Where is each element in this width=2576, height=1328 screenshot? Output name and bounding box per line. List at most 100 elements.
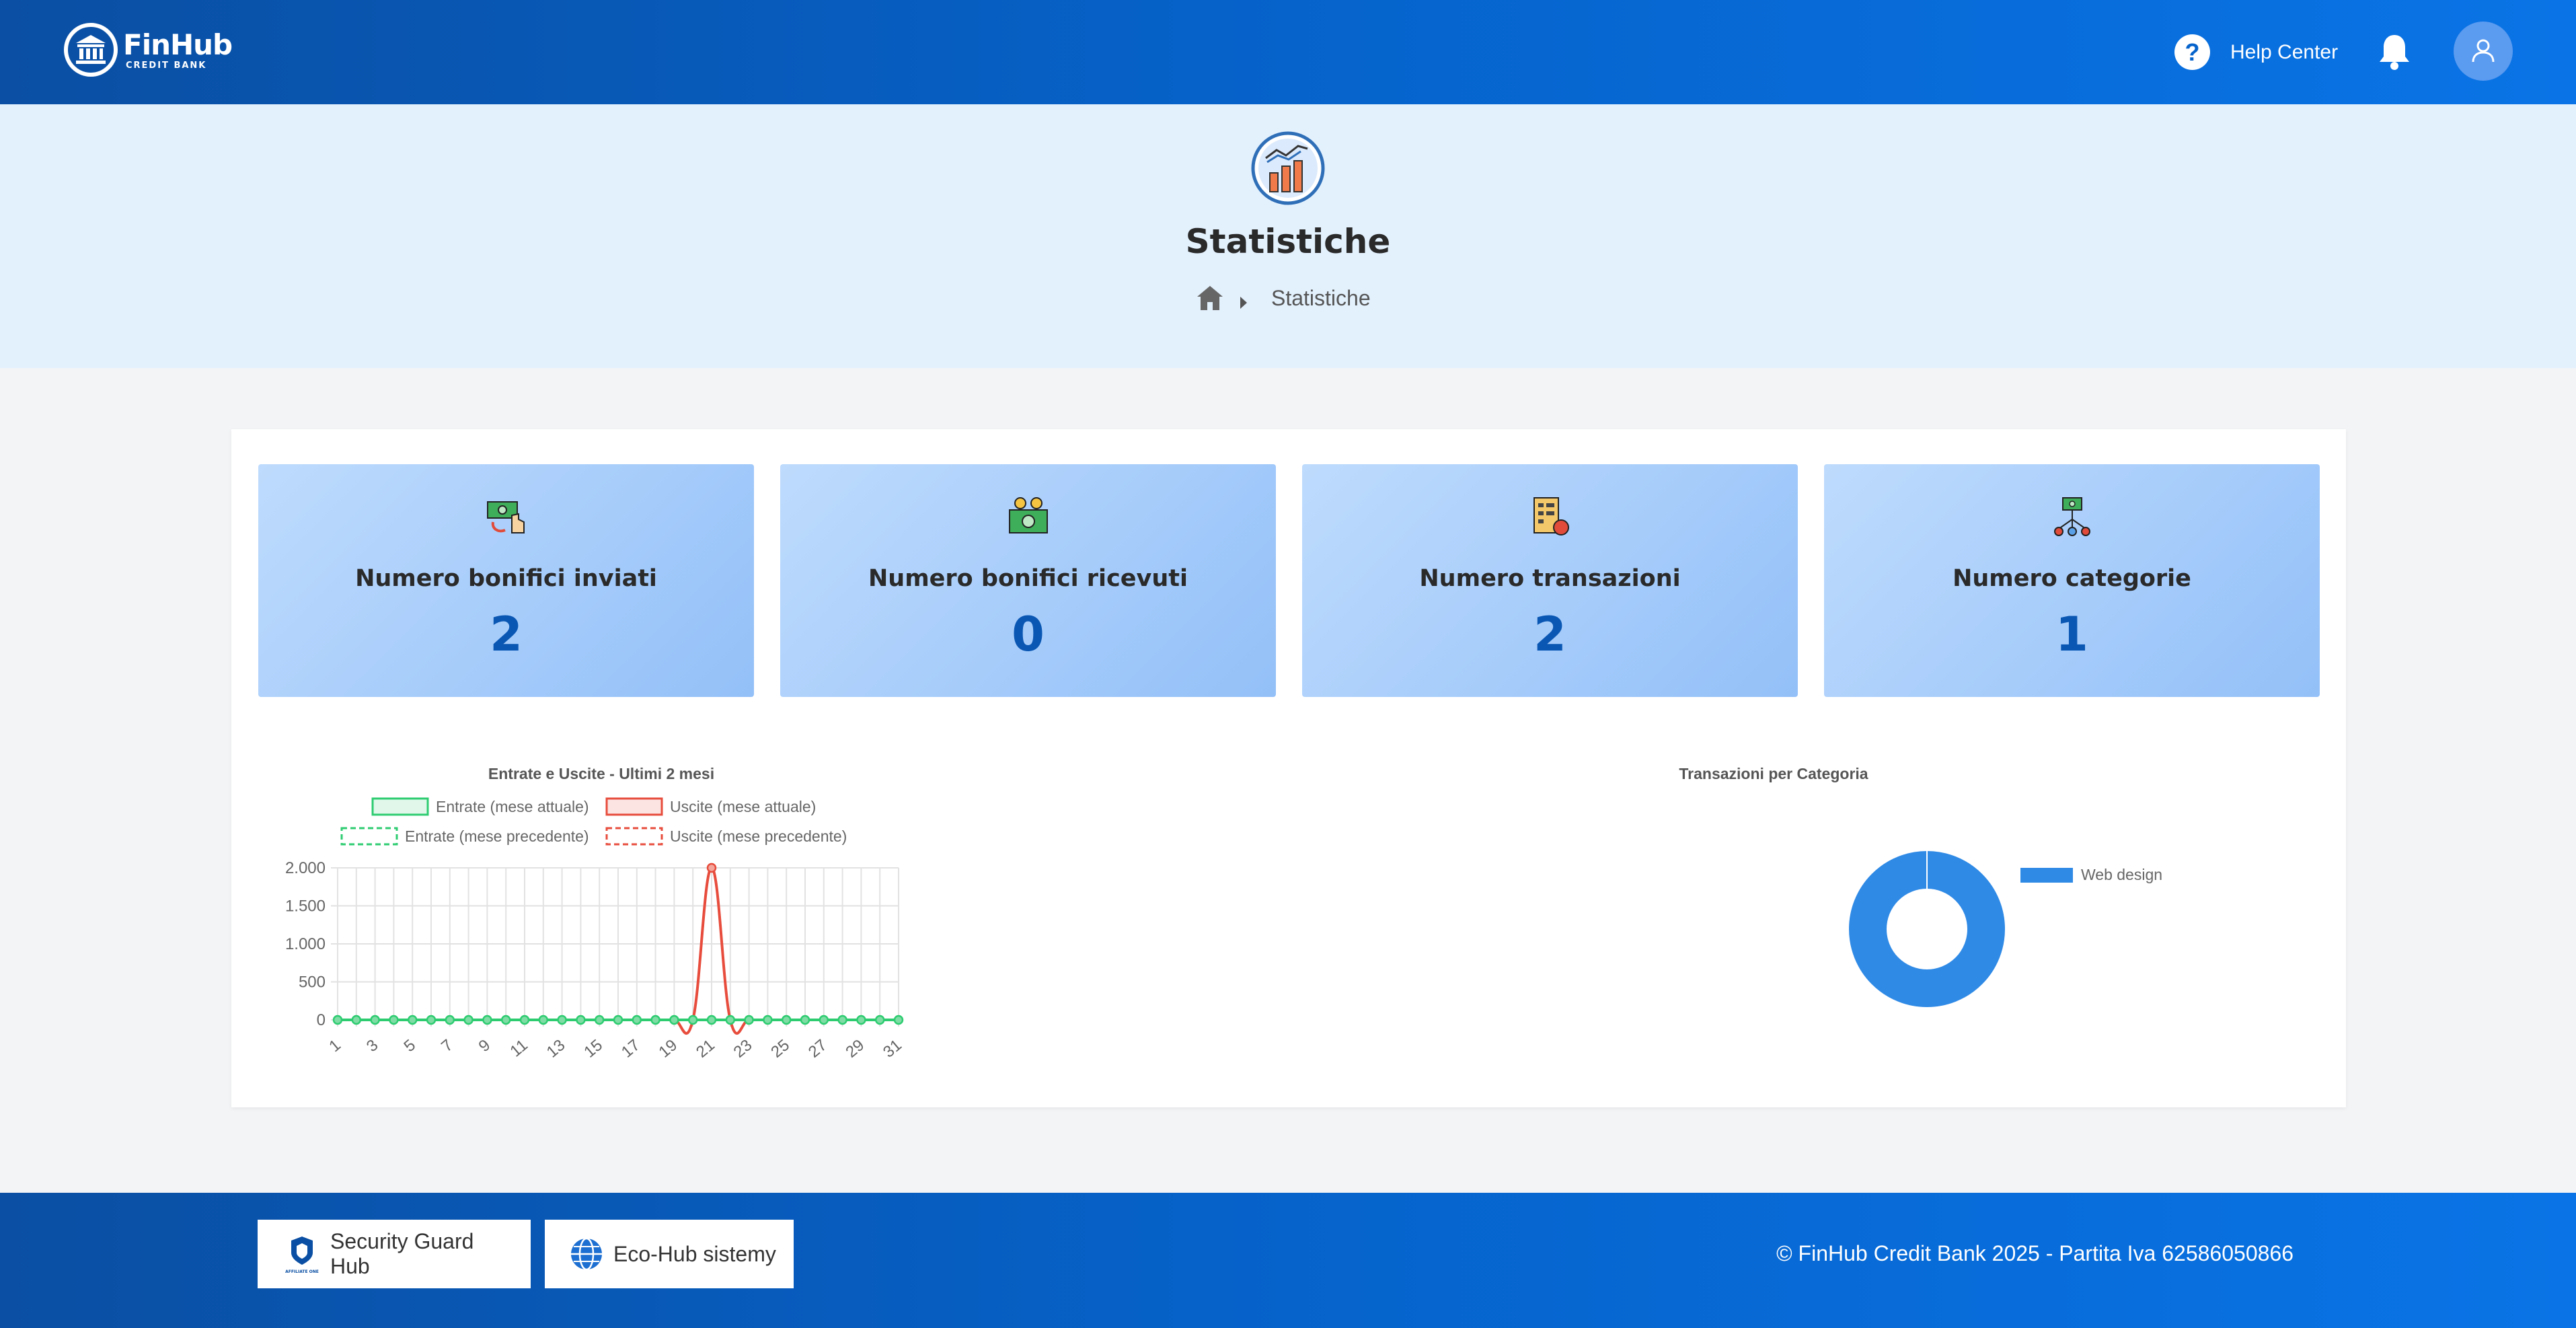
brand-logo[interactable]: FinHub CREDIT BANK — [64, 23, 233, 77]
legend-label: Uscite (mese attuale) — [670, 798, 816, 815]
chart-title: Transazioni per Categoria — [1679, 765, 1868, 782]
x-tick-label: 27 — [805, 1036, 831, 1062]
donut-chart: Transazioni per Categoria Web design — [1679, 765, 2162, 1007]
data-point — [407, 1015, 418, 1025]
data-point — [763, 1015, 773, 1025]
data-point — [557, 1015, 567, 1025]
x-tick-label: 7 — [438, 1036, 457, 1056]
data-point — [706, 1015, 717, 1025]
x-tick-label: 11 — [506, 1036, 531, 1061]
shield-icon: AFFILIATE ONE — [283, 1234, 321, 1274]
legend-label: Uscite (mese precedente) — [670, 827, 847, 845]
data-point — [426, 1015, 437, 1025]
x-tick-label: 23 — [730, 1036, 756, 1062]
data-point — [893, 1015, 904, 1025]
stat-card-bonifici-inviati: Numero bonifici inviati 2 — [258, 464, 754, 697]
legend-swatch — [2020, 868, 2073, 883]
x-tick-label: 19 — [655, 1036, 681, 1062]
stat-card-bonifici-ricevuti: Numero bonifici ricevuti 0 — [780, 464, 1276, 697]
y-tick-label: 2.000 — [285, 859, 326, 877]
x-tick-label: 15 — [580, 1036, 606, 1062]
statistics-panel: Numero bonifici inviati 2 Numero bonific… — [231, 429, 2346, 1107]
eco-hub-label: Eco-Hub sistemy — [613, 1241, 776, 1266]
data-point — [706, 862, 717, 873]
brand-subtitle: CREDIT BANK — [126, 60, 207, 71]
x-tick-label: 9 — [476, 1036, 494, 1056]
data-point — [781, 1015, 792, 1025]
top-navbar: FinHub CREDIT BANK ? Help Center — [0, 0, 2576, 104]
data-point — [519, 1015, 530, 1025]
help-center-link[interactable]: ? Help Center — [2174, 34, 2338, 70]
chart-legend: Web design — [2020, 866, 2162, 883]
x-tick-label: 1 — [326, 1036, 344, 1056]
x-tick-label: 31 — [880, 1036, 905, 1062]
chart-legend: Entrate (mese attuale) Uscite (mese attua… — [340, 797, 847, 846]
x-tick-label: 25 — [767, 1036, 793, 1062]
stat-card-transazioni: Numero transazioni 2 — [1302, 464, 1798, 697]
data-point — [800, 1015, 810, 1025]
stat-label: Numero categorie — [1953, 565, 2191, 592]
y-tick-label: 1.500 — [285, 897, 326, 916]
y-tick-label: 500 — [299, 973, 326, 992]
data-point — [576, 1015, 586, 1025]
data-point — [856, 1015, 866, 1025]
help-icon: ? — [2174, 34, 2210, 70]
data-point — [669, 1015, 679, 1025]
home-icon[interactable] — [1196, 285, 1224, 311]
data-point — [370, 1015, 380, 1025]
stat-value: 2 — [1533, 607, 1566, 662]
stat-value: 2 — [490, 607, 523, 662]
security-guard-hub-label: Security Guard Hub — [330, 1229, 474, 1278]
user-avatar-button[interactable] — [2454, 22, 2513, 81]
chart-grid — [331, 867, 899, 1027]
money-transfer-icon — [485, 495, 528, 538]
data-point — [819, 1015, 829, 1025]
categories-icon — [2051, 495, 2094, 538]
stat-value: 1 — [2055, 607, 2088, 662]
x-tick-label: 17 — [618, 1036, 644, 1062]
x-tick-label: 29 — [842, 1036, 868, 1062]
stat-label: Numero bonifici ricevuti — [868, 565, 1188, 592]
y-axis-ticks: 2.000 1.500 1.000 500 0 — [285, 859, 326, 1029]
bank-icon — [64, 23, 118, 77]
x-tick-label: 5 — [400, 1036, 419, 1056]
legend-label: Entrate (mese attuale) — [436, 798, 589, 815]
legend-label: Entrate (mese precedente) — [405, 827, 589, 845]
transactions-icon — [1529, 495, 1572, 538]
x-tick-label: 21 — [693, 1036, 718, 1062]
x-tick-label: 3 — [363, 1036, 382, 1056]
eco-hub-button[interactable]: Eco-Hub sistemy — [545, 1220, 794, 1288]
legend-swatch — [340, 827, 398, 846]
data-point — [463, 1015, 473, 1025]
data-point — [389, 1015, 399, 1025]
x-axis-ticks: 1 3 5 7 9 11 13 15 17 19 21 23 25 27 29 31 — [326, 1036, 905, 1062]
breadcrumb-current: Statistiche — [1271, 285, 1371, 310]
bell-icon[interactable] — [2376, 32, 2413, 73]
page-title: Statistiche — [1185, 222, 1391, 261]
data-point — [482, 1015, 492, 1025]
data-point — [332, 1015, 343, 1025]
y-tick-label: 1.000 — [285, 935, 326, 953]
legend-swatch — [605, 797, 663, 816]
data-point — [445, 1015, 455, 1025]
data-point — [538, 1015, 549, 1025]
help-center-label: Help Center — [2230, 40, 2339, 63]
y-tick-label: 0 — [317, 1011, 326, 1029]
data-point — [594, 1015, 605, 1025]
data-point — [650, 1015, 660, 1025]
affiliate-badge-text: AFFILIATE ONE — [285, 1269, 319, 1274]
breadcrumb: Statistiche — [1196, 285, 1371, 311]
brand-name: FinHub — [123, 28, 233, 61]
stat-card-categorie: Numero categorie 1 — [1824, 464, 2320, 697]
stat-value: 0 — [1012, 607, 1045, 662]
data-point — [351, 1015, 362, 1025]
security-guard-hub-button[interactable]: AFFILIATE ONE Security Guard Hub — [258, 1220, 531, 1288]
data-point — [744, 1015, 754, 1025]
data-point — [687, 1015, 698, 1025]
chart-title: Entrate e Uscite - Ultimi 2 mesi — [488, 765, 714, 782]
globe-icon — [569, 1237, 604, 1271]
legend-label: Web design — [2081, 866, 2162, 883]
data-point — [874, 1015, 885, 1025]
stat-label: Numero transazioni — [1419, 565, 1681, 592]
data-point — [837, 1015, 847, 1025]
